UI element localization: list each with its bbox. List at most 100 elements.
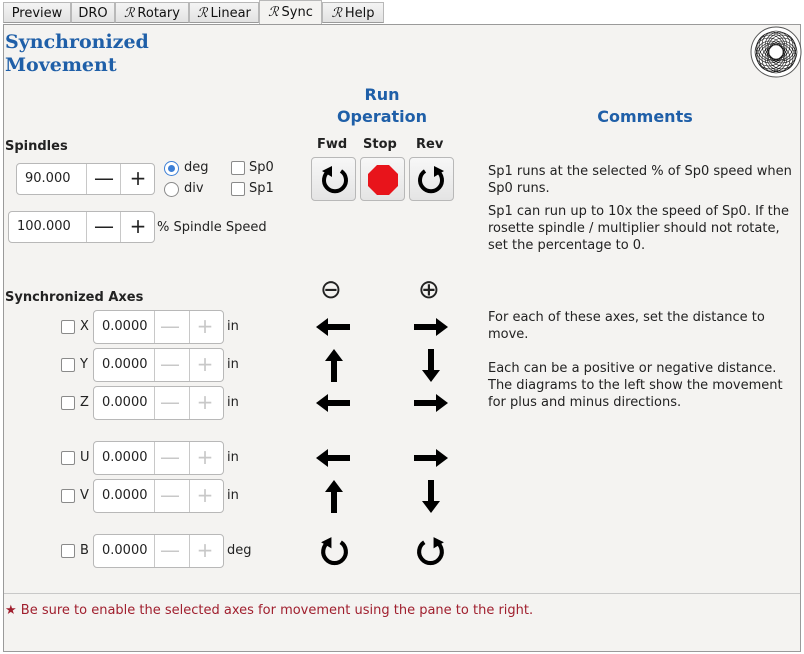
footer-separator [4,593,800,594]
spindle-speed-decrement-button[interactable]: — [86,164,121,194]
unit-radio-deg-label: deg [184,160,209,175]
arrow-left-icon [316,318,350,336]
axis-u-unit: in [227,450,239,465]
spindle-speed-spinbox[interactable]: 90.000 — + [16,163,155,195]
sp1-label: Sp1 [249,181,274,196]
axis-x-unit: in [227,319,239,334]
axes-comment-2: Each can be a positive or negative dista… [488,361,783,410]
axis-y-increment-button[interactable]: + [189,349,220,381]
arrow-down-icon [422,349,440,382]
arrow-up-icon [325,480,343,513]
axis-y-spinbox[interactable]: 0.0000 — + [93,348,224,382]
spindle-comment-1: Sp1 runs at the selected % of Sp0 speed … [488,164,792,196]
sp1-checkbox[interactable] [231,182,245,196]
spindle-percent-decrement-button[interactable]: — [86,212,121,242]
axis-v-unit: in [227,488,239,503]
axis-z-checkbox[interactable] [61,396,75,410]
tab-help[interactable]: ℛ Help [322,2,384,23]
axis-b-unit: deg [227,543,252,558]
axis-x-increment-button[interactable]: + [189,311,220,343]
tab-rotary[interactable]: ℛ Rotary [115,2,189,23]
axis-b-spinbox[interactable]: 0.0000 — + [93,534,224,568]
rosette-logo-icon [750,26,802,78]
spindle-percent-value[interactable]: 100.000 [9,212,71,242]
axis-y-label: Y [80,357,88,372]
spindle-percent-spinbox[interactable]: 100.000 — + [8,211,155,243]
arrow-down-icon [422,480,440,513]
spindle-percent-increment-button[interactable]: + [120,212,155,242]
stop-label: Stop [363,137,397,152]
axis-u-increment-button[interactable]: + [189,442,220,474]
axis-y-decrement-button[interactable]: — [154,349,185,381]
arrow-left-icon [316,394,350,412]
fwd-label: Fwd [317,137,348,152]
fwd-button[interactable] [311,157,356,201]
axis-v-label: V [80,488,89,503]
sync-axes-label: Synchronized Axes [5,290,144,305]
axis-x-label: X [80,319,89,334]
arrow-left-icon [316,449,350,467]
axis-x-spinbox[interactable]: 0.0000 — + [93,310,224,344]
spindle-speed-increment-button[interactable]: + [120,164,155,194]
minus-direction-icon: ⊖ [320,275,342,305]
axis-y-checkbox[interactable] [61,358,75,372]
axis-z-value[interactable]: 0.0000 [94,387,148,419]
rotate-cw-icon [418,166,444,194]
page-title: Synchronized Movement [5,31,149,76]
axis-u-value[interactable]: 0.0000 [94,442,148,474]
spindles-label: Spindles [5,139,68,154]
run-operation-heading: Run Operation [336,85,428,126]
stop-button[interactable] [360,157,405,201]
axis-x-value[interactable]: 0.0000 [94,311,148,343]
axis-b-label: B [80,543,89,558]
axis-z-increment-button[interactable]: + [189,387,220,419]
sp0-checkbox[interactable] [231,161,245,175]
tab-dro[interactable]: DRO [71,2,115,23]
rev-label: Rev [416,137,444,152]
spindle-percent-label: % Spindle Speed [157,220,267,235]
axis-u-decrement-button[interactable]: — [154,442,185,474]
axes-comment-1: For each of these axes, set the distance… [488,310,765,342]
axis-x-checkbox[interactable] [61,320,75,334]
axis-v-increment-button[interactable]: + [189,480,220,512]
axis-v-spinbox[interactable]: 0.0000 — + [93,479,224,513]
axis-x-decrement-button[interactable]: — [154,311,185,343]
axis-z-unit: in [227,395,239,410]
unit-radio-div-label: div [184,181,204,196]
spindle-speed-value[interactable]: 90.000 [17,164,71,194]
axis-v-checkbox[interactable] [61,489,75,503]
unit-radio-deg[interactable] [164,161,179,176]
warning-message: ★ Be sure to enable the selected axes fo… [5,603,534,618]
rotate-ccw-icon [322,166,348,194]
tab-bar: Preview DRO ℛ Rotary ℛ Linear ℛ Sync ℛ Help [0,0,804,26]
sp0-label: Sp0 [249,160,274,175]
plus-direction-icon: ⊕ [418,275,440,305]
stop-icon [368,165,398,195]
arrow-right-icon [414,449,448,467]
axis-u-spinbox[interactable]: 0.0000 — + [93,441,224,475]
spindle-comment-2: Sp1 can run up to 10x the speed of Sp0. … [488,204,789,253]
arrow-right-icon [414,394,448,412]
rotate-cw-icon [417,537,444,566]
axis-v-value[interactable]: 0.0000 [94,480,148,512]
unit-radio-div[interactable] [164,182,179,197]
axis-b-increment-button[interactable]: + [189,535,220,567]
axis-z-spinbox[interactable]: 0.0000 — + [93,386,224,420]
axis-z-decrement-button[interactable]: — [154,387,185,419]
axis-y-unit: in [227,357,239,372]
tab-preview[interactable]: Preview [3,2,71,23]
axis-b-decrement-button[interactable]: — [154,535,185,567]
axis-v-decrement-button[interactable]: — [154,480,185,512]
tab-linear[interactable]: ℛ Linear [189,2,259,23]
rev-button[interactable] [409,157,454,201]
axis-u-checkbox[interactable] [61,451,75,465]
comments-heading: Comments [597,107,693,126]
axis-b-value[interactable]: 0.0000 [94,535,148,567]
axis-y-value[interactable]: 0.0000 [94,349,148,381]
axis-u-label: U [80,450,90,465]
arrow-up-icon [325,349,343,382]
axis-z-label: Z [80,395,89,410]
arrow-right-icon [414,318,448,336]
axis-b-checkbox[interactable] [61,544,75,558]
tab-sync[interactable]: ℛ Sync [259,0,322,25]
